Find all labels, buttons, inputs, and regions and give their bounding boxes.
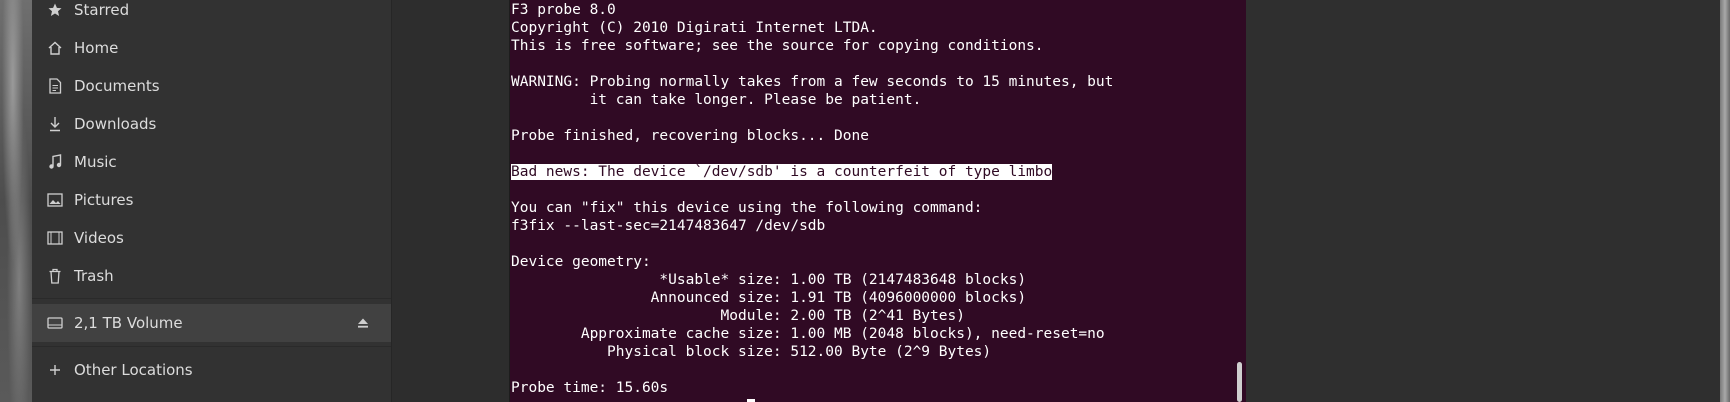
window-background [392,0,509,402]
terminal-line-text: You can "fix" this device using the foll… [511,200,983,216]
sidebar-item-home[interactable]: Home [32,29,391,67]
terminal-line: WARNING: Probing normally takes from a f… [511,73,1113,91]
download-icon [46,115,64,133]
terminal-line-text: F3 probe 8.0 [511,2,616,18]
terminal-line: Probe time: 15.60s [511,379,1113,397]
terminal-line-text: it can take longer. Please be patient. [511,92,922,108]
terminal-line-text: Probe time: 15.60s [511,380,669,396]
sidebar-item-starred[interactable]: Starred [32,0,391,29]
terminal-output: F3 probe 8.0 Copyright (C) 2010 Digirati … [511,1,1113,397]
plus-icon [46,361,64,379]
sidebar-item-label: 2,1 TB Volume [74,314,183,332]
terminal-scrollbar[interactable] [1237,362,1242,402]
sidebar-divider [32,346,391,347]
star-icon [46,1,64,19]
sidebar-item-label: Home [74,39,119,57]
terminal-window[interactable]: F3 probe 8.0 Copyright (C) 2010 Digirati … [509,0,1247,402]
eject-icon[interactable] [355,315,371,331]
sidebar-item-label: Trash [74,267,114,285]
sidebar-divider [32,298,391,299]
files-sidebar: Starred Home Documents Downloads Music P… [32,0,392,402]
desktop-wallpaper-right [1720,0,1730,402]
terminal-line: Physical block size: 512.00 Byte (2^9 By… [511,343,1113,361]
video-icon [46,229,64,247]
home-icon [46,39,64,57]
terminal-line-text: Probe finished, recovering blocks... Don… [511,128,869,144]
window-background-right [1246,0,1720,402]
sidebar-item-label: Downloads [74,115,157,133]
sidebar-item-documents[interactable]: Documents [32,67,391,105]
drive-icon [46,314,64,332]
terminal-line-text: WARNING: Probing normally takes from a f… [511,74,1114,90]
terminal-line-text: Device geometry: [511,254,651,270]
terminal-line-text: Copyright (C) 2010 Digirati Internet LTD… [511,20,878,36]
terminal-line: Probe finished, recovering blocks... Don… [511,127,1113,145]
sidebar-item-label: Music [74,153,117,171]
sidebar-item-pictures[interactable]: Pictures [32,181,391,219]
sidebar-item-volume[interactable]: 2,1 TB Volume [32,304,391,342]
terminal-line-text: Approximate cache size: 1.00 MB (2048 bl… [511,326,1105,342]
music-icon [46,153,64,171]
terminal-line-text: Announced size: 1.91 TB (4096000000 bloc… [511,290,1027,306]
terminal-line: This is free software; see the source fo… [511,37,1113,55]
terminal-line-text: Bad news: The device `/dev/sdb' is a cou… [511,164,1053,180]
trash-icon [46,267,64,285]
terminal-line-text: Module: 2.00 TB (2^41 Bytes) [511,308,965,324]
terminal-line: You can "fix" this device using the foll… [511,199,1113,217]
terminal-line: Approximate cache size: 1.00 MB (2048 bl… [511,325,1113,343]
terminal-highlighted-line: Bad news: The device `/dev/sdb' is a cou… [511,163,1113,181]
terminal-line: Device geometry: [511,253,1113,271]
sidebar-item-label: Starred [74,1,130,19]
sidebar-item-music[interactable]: Music [32,143,391,181]
terminal-line-text: *Usable* size: 1.00 TB (2147483648 block… [511,272,1027,288]
terminal-line-text: f3fix --last-sec=2147483647 /dev/sdb [511,218,826,234]
desktop-wallpaper-left [0,0,32,402]
sidebar-item-label: Other Locations [74,361,193,379]
terminal-line: Copyright (C) 2010 Digirati Internet LTD… [511,19,1113,37]
picture-icon [46,191,64,209]
sidebar-item-videos[interactable]: Videos [32,219,391,257]
terminal-line: F3 probe 8.0 [511,1,1113,19]
terminal-line-text: This is free software; see the source fo… [511,38,1044,54]
terminal-line-text: Physical block size: 512.00 Byte (2^9 By… [511,344,992,360]
sidebar-item-label: Pictures [74,191,134,209]
terminal-line: it can take longer. Please be patient. [511,91,1113,109]
sidebar-item-trash[interactable]: Trash [32,257,391,295]
sidebar-item-other-locations[interactable]: Other Locations [32,351,391,389]
sidebar-item-label: Videos [74,229,124,247]
sidebar-item-downloads[interactable]: Downloads [32,105,391,143]
terminal-line: f3fix --last-sec=2147483647 /dev/sdb [511,217,1113,235]
terminal-line: Announced size: 1.91 TB (4096000000 bloc… [511,289,1113,307]
terminal-line: *Usable* size: 1.00 TB (2147483648 block… [511,271,1113,289]
document-icon [46,77,64,95]
sidebar-item-label: Documents [74,77,160,95]
terminal-line: Module: 2.00 TB (2^41 Bytes) [511,307,1113,325]
